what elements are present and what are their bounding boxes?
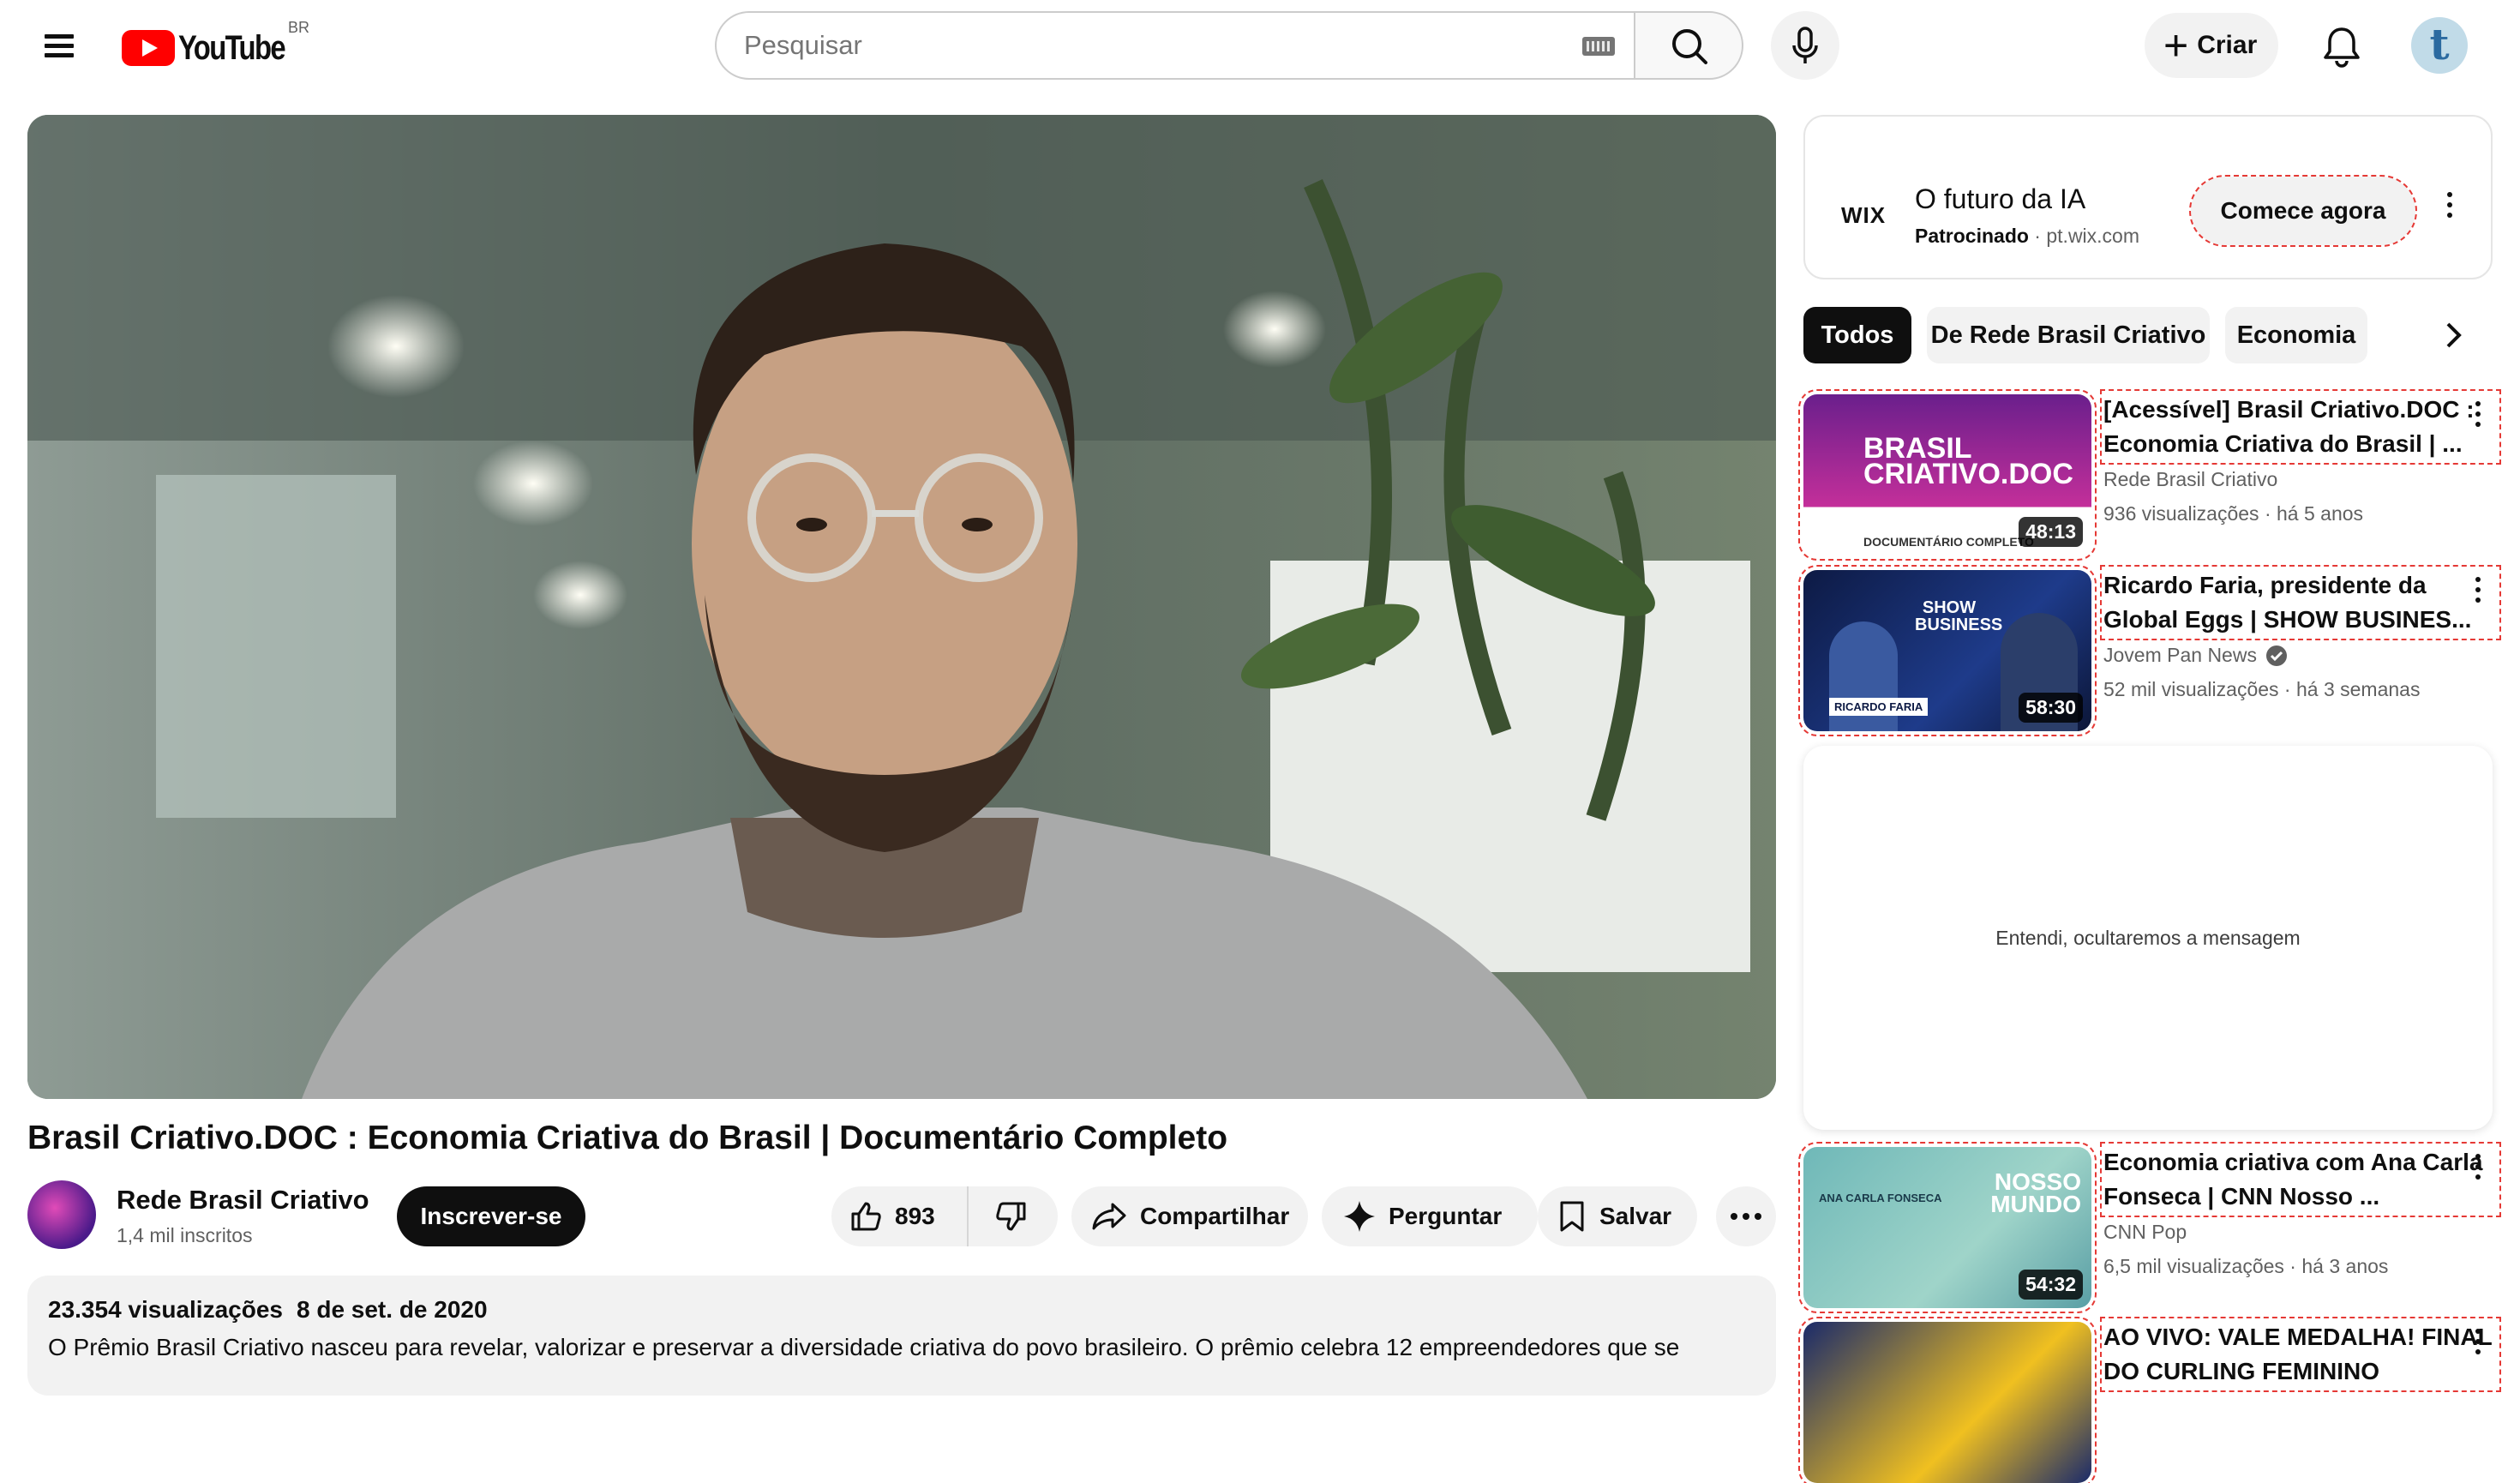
video-thumbnail[interactable]: BRASIL CRIATIVO.DOC DOCUMENTÁRIO COMPLET… <box>1798 389 2097 561</box>
recommended-title[interactable]: [Acessível] Brasil Criativo.DOC : Econom… <box>2100 389 2501 465</box>
region-code: BR <box>288 19 310 36</box>
like-dislike-group: 893 <box>831 1186 1058 1246</box>
recommended-age: há 3 semanas <box>2295 678 2421 700</box>
logo-text: YouTube <box>178 28 286 67</box>
search-icon <box>1672 29 1707 64</box>
recommended-channel[interactable]: Rede Brasil Criativo <box>2103 468 2277 491</box>
youtube-play-icon <box>122 30 175 66</box>
recommended-title[interactable]: Ricardo Faria, presidente da Global Eggs… <box>2100 565 2501 640</box>
subscriber-count: 1,4 mil inscritos <box>117 1224 253 1246</box>
recommended-title[interactable]: Economia criativa com Ana Carla Fonseca … <box>2100 1142 2501 1217</box>
share-icon <box>1092 1203 1126 1230</box>
recommended-views: 936 visualizações <box>2103 502 2259 525</box>
video-duration: 58:30 <box>2019 693 2083 723</box>
upload-date: 8 de set. de 2020 <box>296 1296 488 1323</box>
description-text: O Prêmio Brasil Criativo nasceu para rev… <box>48 1334 1680 1360</box>
ad-domain: pt.wix.com <box>2046 225 2140 247</box>
save-button[interactable]: Salvar <box>1538 1186 1697 1246</box>
plus-icon: + <box>2163 21 2189 69</box>
recommended-views: 52 mil visualizações <box>2103 678 2279 700</box>
recommended-title[interactable]: AO VIVO: VALE MEDALHA! FINAL DO CURLING … <box>2100 1317 2501 1392</box>
ad-cta-button[interactable]: Comece agora <box>2189 175 2417 247</box>
thumbnail-subtext: ANA CARLA FONSECA <box>1819 1192 1942 1204</box>
recommended-meta: 52 mil visualizações · há 3 semanas <box>2103 678 2421 700</box>
recommended-meta: 6,5 mil visualizações · há 3 anos <box>2103 1255 2389 1277</box>
recommended-age: há 5 anos <box>2277 502 2364 525</box>
chevron-right-icon[interactable] <box>2434 315 2472 355</box>
bell-icon <box>2324 27 2360 68</box>
ad-sponsored-label: Patrocinado <box>1915 225 2029 247</box>
menu-icon[interactable] <box>34 29 86 63</box>
voice-search-button[interactable] <box>1771 11 1839 80</box>
sponsored-ad-card[interactable]: WIX O futuro da IA Patrocinado · pt.wix.… <box>1803 115 2493 279</box>
channel-avatar[interactable] <box>27 1180 96 1249</box>
thumbnail-text: BRASIL CRIATIVO.DOC <box>1863 432 2073 490</box>
more-vertical-icon[interactable] <box>2472 1154 2484 1188</box>
thumbnail-subtext: RICARDO FARIA <box>1829 698 1929 716</box>
thumbnail-text: NOSSO MUNDO <box>1990 1168 2081 1217</box>
dismissed-ad-panel: Entendi, ocultaremos a mensagem <box>1803 746 2493 1130</box>
youtube-logo[interactable]: YouTube <box>122 27 308 69</box>
thumbs-down-icon <box>996 1202 1026 1231</box>
recommended-age: há 3 anos <box>2301 1255 2389 1277</box>
video-player[interactable] <box>27 115 1776 1099</box>
ad-meta: Patrocinado · pt.wix.com <box>1915 225 2140 247</box>
recommended-meta: 936 visualizações · há 5 anos <box>2103 502 2364 525</box>
dismissed-message: Entendi, ocultaremos a mensagem <box>1995 926 2301 949</box>
thumbs-up-icon <box>851 1202 881 1231</box>
subscribe-button[interactable]: Inscrever-se <box>397 1186 585 1246</box>
account-avatar[interactable]: t <box>2411 17 2468 74</box>
ask-label: Perguntar <box>1389 1203 1503 1229</box>
like-count: 893 <box>895 1203 935 1229</box>
ad-title[interactable]: O futuro da IA <box>1915 183 2085 215</box>
recommended-channel[interactable]: Jovem Pan News <box>2103 644 2288 667</box>
ask-button[interactable]: Perguntar <box>1322 1186 1538 1246</box>
share-button[interactable]: Compartilhar <box>1071 1186 1308 1246</box>
more-vertical-icon[interactable] <box>2443 192 2457 226</box>
more-vertical-icon[interactable] <box>2472 577 2484 611</box>
thumbnail-text: SHOW BUSINESS <box>1915 598 2003 634</box>
more-actions-button[interactable] <box>1716 1186 1776 1246</box>
video-duration: 48:13 <box>2019 517 2083 547</box>
create-button[interactable]: + Criar <box>2145 13 2278 78</box>
video-thumbnail[interactable]: SHOW BUSINESS RICARDO FARIA 58:30 <box>1798 565 2097 736</box>
thumbnail-subtext: DOCUMENTÁRIO COMPLETO <box>1863 535 2034 549</box>
dislike-button[interactable] <box>969 1186 1054 1246</box>
description-stats: 23.354 visualizações 8 de set. de 2020 <box>48 1296 1755 1324</box>
like-button[interactable]: 893 <box>831 1186 969 1246</box>
search-button[interactable] <box>1634 11 1743 80</box>
chip-todos[interactable]: Todos <box>1803 307 1911 363</box>
sparkle-icon <box>1344 1201 1375 1232</box>
ad-logo: WIX <box>1841 202 1887 228</box>
keyboard-icon[interactable] <box>1582 37 1615 56</box>
bookmark-icon <box>1560 1201 1584 1232</box>
video-thumbnail[interactable]: NOSSO MUNDO ANA CARLA FONSECA 54:32 <box>1798 1142 2097 1313</box>
save-label: Salvar <box>1599 1203 1672 1229</box>
recommended-channel[interactable]: CNN Pop <box>2103 1221 2187 1244</box>
chip-economia[interactable]: Economia <box>2225 307 2367 363</box>
notifications-button[interactable] <box>2314 19 2369 74</box>
video-title: Brasil Criativo.DOC : Economia Criativa … <box>27 1120 1228 1156</box>
create-label: Criar <box>2197 31 2258 59</box>
chip-channel[interactable]: De Rede Brasil Criativo <box>1927 307 2210 363</box>
search-input[interactable] <box>744 30 1515 61</box>
more-horizontal-icon <box>1731 1213 1761 1220</box>
search-box <box>715 11 1635 80</box>
more-vertical-icon[interactable] <box>2472 1329 2484 1363</box>
more-vertical-icon[interactable] <box>2472 401 2484 435</box>
description-box[interactable]: 23.354 visualizações 8 de set. de 2020 O … <box>27 1276 1776 1396</box>
verified-icon <box>2265 645 2287 666</box>
video-frame <box>27 115 1776 1099</box>
video-thumbnail[interactable] <box>1798 1317 2097 1483</box>
recommended-channel-name: Jovem Pan News <box>2103 644 2257 666</box>
share-label: Compartilhar <box>1140 1203 1290 1229</box>
recommended-views: 6,5 mil visualizações <box>2103 1255 2284 1277</box>
video-duration: 54:32 <box>2019 1270 2083 1300</box>
view-count: 23.354 visualizações <box>48 1296 283 1323</box>
channel-name[interactable]: Rede Brasil Criativo <box>117 1185 369 1216</box>
mic-icon <box>1792 27 1818 63</box>
